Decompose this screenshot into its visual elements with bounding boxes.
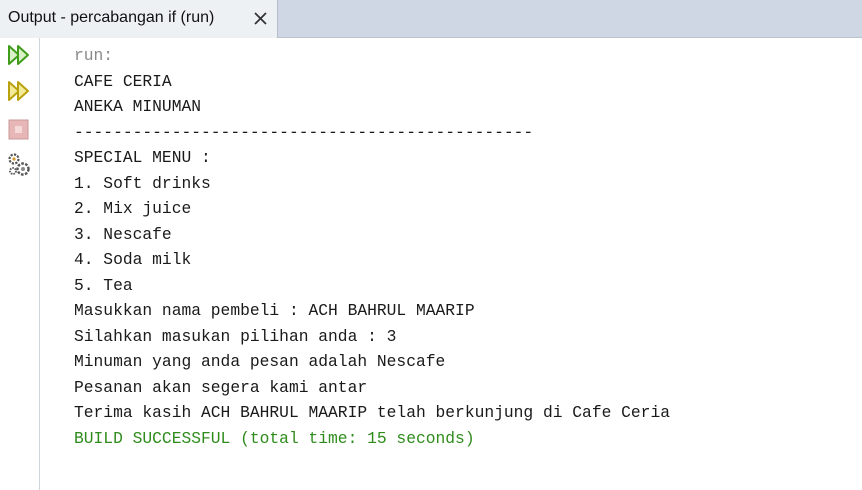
stop-icon xyxy=(8,119,29,140)
console-line: 2. Mix juice xyxy=(74,199,192,218)
rerun-icon xyxy=(8,45,29,65)
console-line: ----------------------------------------… xyxy=(74,123,534,142)
tab-output[interactable]: Output - percabangan if (run) xyxy=(0,0,278,38)
console-line: Silahkan masukan pilihan anda : 3 xyxy=(74,327,397,346)
console-line: ANEKA MINUMAN xyxy=(74,97,202,116)
tab-title: Output - percabangan if (run) xyxy=(8,9,215,26)
settings-button[interactable] xyxy=(6,152,32,178)
console-line: 3. Nescafe xyxy=(74,225,172,244)
rerun-with-options-icon xyxy=(8,81,29,101)
stop-button[interactable] xyxy=(6,117,32,143)
close-icon[interactable] xyxy=(252,9,270,27)
console-line: Terima kasih ACH BAHRUL MAARIP telah ber… xyxy=(74,403,670,422)
output-console[interactable]: run: CAFE CERIA ANEKA MINUMAN ----------… xyxy=(41,38,862,490)
console-line: Minuman yang anda pesan adalah Nescafe xyxy=(74,352,446,371)
console-line: Pesanan akan segera kami antar xyxy=(74,378,368,397)
rerun-with-options-button[interactable] xyxy=(6,79,32,105)
build-status-line: BUILD SUCCESSFUL (total time: 15 seconds… xyxy=(74,429,475,448)
console-line: 1. Soft drinks xyxy=(74,174,211,193)
console-line: CAFE CERIA xyxy=(74,72,172,91)
console-line: 5. Tea xyxy=(74,276,133,295)
console-line: 4. Soda milk xyxy=(74,250,192,269)
rerun-button[interactable] xyxy=(6,43,32,69)
console-line: SPECIAL MENU : xyxy=(74,148,211,167)
settings-icon xyxy=(8,153,30,176)
console-line: run: xyxy=(74,46,114,65)
output-tabbar: Output - percabangan if (run) xyxy=(0,0,862,38)
console-line: Masukkan nama pembeli : ACH BAHRUL MAARI… xyxy=(74,301,475,320)
output-toolbar xyxy=(0,38,40,490)
